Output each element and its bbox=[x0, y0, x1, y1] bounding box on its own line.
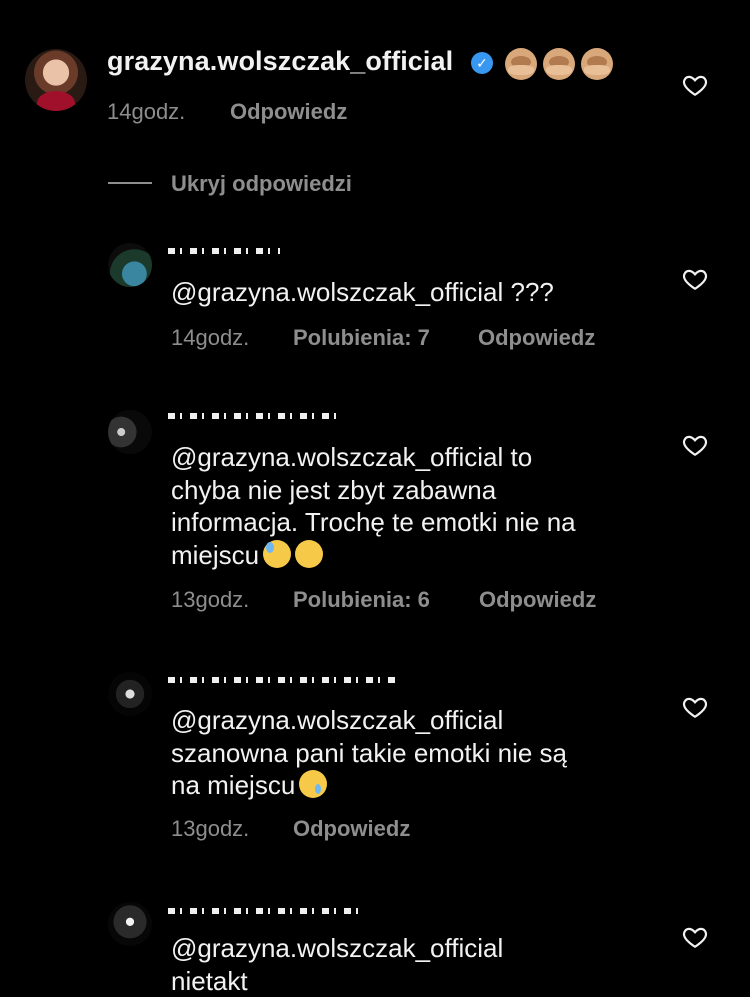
reply-button[interactable]: Odpowiedz bbox=[478, 325, 595, 351]
like-heart-icon[interactable] bbox=[682, 694, 708, 720]
like-heart-icon[interactable] bbox=[682, 72, 708, 98]
verified-badge-icon: ✓ bbox=[471, 52, 493, 74]
reply-text: @grazyna.wolszczak_official to chyba nie… bbox=[171, 442, 576, 570]
reply-text: @grazyna.wolszczak_official nietakt bbox=[171, 933, 504, 996]
crying-face-icon bbox=[299, 770, 328, 798]
redacted-username bbox=[168, 405, 340, 425]
reply-text: @grazyna.wolszczak_official szanowna pan… bbox=[171, 705, 568, 800]
reply-time: 13godz. bbox=[171, 587, 250, 612]
redacted-username bbox=[168, 240, 280, 260]
redacted-username bbox=[168, 900, 358, 920]
see-no-evil-monkey-icon bbox=[543, 48, 575, 80]
reply-button[interactable]: Odpowiedz bbox=[230, 99, 347, 125]
downcast-sweat-face-icon bbox=[263, 539, 292, 568]
reply-button[interactable]: Odpowiedz bbox=[479, 587, 596, 613]
avatar[interactable] bbox=[25, 49, 87, 111]
persevering-face-icon bbox=[295, 539, 324, 568]
see-no-evil-monkey-icon bbox=[505, 48, 537, 80]
avatar[interactable] bbox=[108, 243, 152, 287]
hide-replies-button[interactable]: Ukryj odpowiedzi bbox=[171, 171, 352, 197]
reply-button[interactable]: Odpowiedz bbox=[293, 816, 410, 842]
likes-count[interactable]: Polubienia: 6 bbox=[293, 587, 430, 613]
see-no-evil-monkey-icon bbox=[581, 48, 613, 80]
avatar[interactable] bbox=[108, 410, 152, 454]
like-heart-icon[interactable] bbox=[682, 266, 708, 292]
comment-emojis bbox=[505, 48, 613, 80]
reply-text: @grazyna.wolszczak_official ??? bbox=[171, 277, 554, 307]
like-heart-icon[interactable] bbox=[682, 432, 708, 458]
comment-time: 14godz. bbox=[107, 99, 186, 124]
comment-username[interactable]: grazyna.wolszczak_official bbox=[107, 46, 453, 77]
redacted-username bbox=[168, 669, 398, 689]
reply-time: 14godz. bbox=[171, 325, 250, 350]
reply-time: 13godz. bbox=[171, 816, 250, 841]
like-heart-icon[interactable] bbox=[682, 924, 708, 950]
avatar[interactable] bbox=[108, 902, 152, 946]
avatar[interactable] bbox=[108, 672, 152, 716]
likes-count[interactable]: Polubienia: 7 bbox=[293, 325, 430, 351]
divider bbox=[108, 182, 152, 184]
